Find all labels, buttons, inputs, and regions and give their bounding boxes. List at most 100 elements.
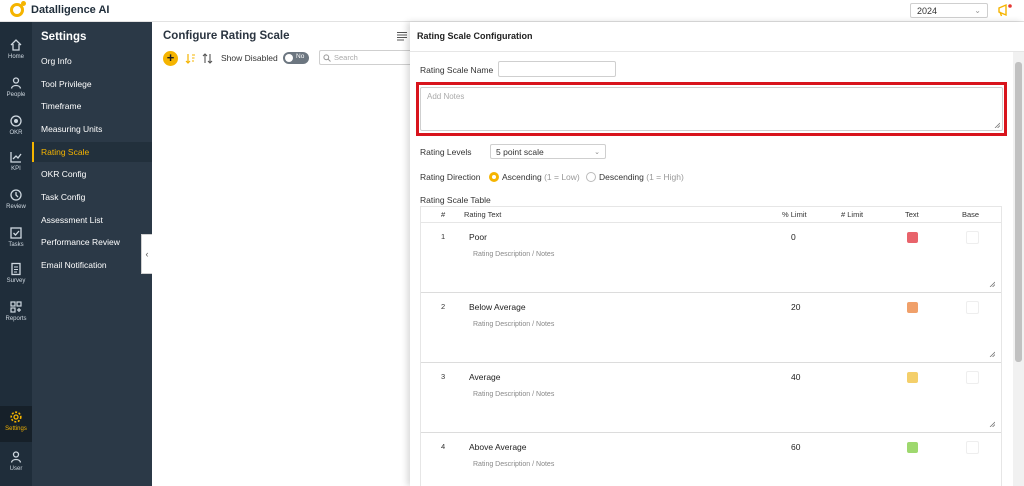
chevron-left-icon: ‹	[145, 249, 149, 259]
menu-item-org-info[interactable]: Org Info	[32, 51, 152, 71]
rating-text-input[interactable]: Average	[469, 372, 501, 382]
text-color-swatch[interactable]	[907, 302, 918, 313]
rail-item-user[interactable]: User	[0, 446, 32, 482]
brand-logo[interactable]: Datalligence AI	[10, 1, 109, 17]
resize-grip-icon[interactable]	[989, 421, 995, 427]
rail-item-settings[interactable]: Settings	[0, 406, 32, 442]
panel-header: Rating Scale Configuration	[410, 22, 1024, 52]
toggle-knob	[285, 54, 293, 62]
rating-description-textarea[interactable]: Rating Description / Notes	[465, 251, 999, 289]
rail-item-home[interactable]: Home	[0, 34, 32, 70]
rail-item-kpi[interactable]: KPI	[0, 146, 32, 182]
search-icon	[323, 54, 331, 62]
radio-ascending[interactable]	[489, 172, 499, 182]
rail-label: Reports	[5, 316, 27, 322]
radio-descending[interactable]	[586, 172, 596, 182]
row-number: 2	[441, 302, 446, 311]
resize-grip-icon[interactable]	[989, 281, 995, 287]
panel-scrollbar[interactable]	[1013, 52, 1024, 486]
icon-rail: Home People OKR KPI Review Tasks Survey …	[0, 22, 32, 486]
rail-item-survey[interactable]: Survey	[0, 258, 32, 294]
rail-label: KPI	[11, 166, 21, 172]
description-placeholder: Rating Description / Notes	[473, 391, 555, 398]
menu-item-assessment-list[interactable]: Assessment List	[32, 210, 152, 230]
reports-icon	[10, 301, 22, 313]
menu-item-measuring-units[interactable]: Measuring Units	[32, 119, 152, 139]
text-color-swatch[interactable]	[907, 232, 918, 243]
percent-limit-input[interactable]: 0	[791, 232, 796, 242]
base-checkbox[interactable]	[966, 231, 979, 244]
base-checkbox[interactable]	[966, 441, 979, 454]
rail-label: People	[6, 92, 26, 98]
menu-title: Settings	[41, 31, 87, 43]
menu-item-email-notification[interactable]: Email Notification	[32, 255, 152, 275]
resize-grip-icon[interactable]	[989, 351, 995, 357]
rail-label: Home	[7, 54, 24, 60]
rating-scale-table: # Rating Text % Limit # Limit Text Base …	[420, 206, 1002, 486]
percent-limit-input[interactable]: 40	[791, 372, 800, 382]
table-row: 2 Below Average 20 Rating Description / …	[421, 293, 1001, 363]
base-checkbox[interactable]	[966, 301, 979, 314]
rating-scale-name-label: Rating Scale Name	[420, 65, 494, 75]
search-input[interactable]: Search	[319, 50, 410, 65]
rating-text-input[interactable]: Below Average	[469, 302, 526, 312]
chevron-down-icon: ⌄	[974, 6, 981, 15]
scrollbar-thumb[interactable]	[1015, 62, 1022, 362]
menu-item-rating-scale[interactable]: Rating Scale	[32, 142, 152, 162]
rail-label: Settings	[5, 426, 27, 432]
tasks-icon	[10, 227, 22, 239]
row-number: 4	[441, 442, 446, 451]
rail-item-review[interactable]: Review	[0, 184, 32, 220]
menu-item-performance-review[interactable]: Performance Review	[32, 232, 152, 252]
table-header: # Rating Text % Limit # Limit Text Base	[421, 207, 1001, 223]
sort-direction-icon[interactable]	[202, 53, 213, 64]
rating-text-input[interactable]: Above Average	[469, 442, 527, 452]
search-placeholder: Search	[334, 53, 358, 62]
rail-label: Review	[6, 204, 26, 210]
rail-label: User	[9, 466, 23, 472]
table-row: 1 Poor 0 Rating Description / Notes	[421, 223, 1001, 293]
rating-description-textarea[interactable]: Rating Description / Notes	[465, 321, 999, 359]
rail-item-okr[interactable]: OKR	[0, 110, 32, 146]
rating-text-input[interactable]: Poor	[469, 232, 487, 242]
panel-title: Rating Scale Configuration	[417, 31, 533, 41]
col-rating-text: Rating Text	[464, 210, 502, 219]
rating-description-textarea[interactable]: Rating Description / Notes	[465, 461, 999, 486]
rail-item-people[interactable]: People	[0, 72, 32, 108]
percent-limit-input[interactable]: 20	[791, 302, 800, 312]
rail-item-reports[interactable]: Reports	[0, 296, 32, 332]
col-number-limit: # Limit	[841, 210, 864, 219]
base-checkbox[interactable]	[966, 371, 979, 384]
table-row: 4 Above Average 60 Rating Description / …	[421, 433, 1001, 486]
rating-scale-name-input[interactable]	[498, 61, 616, 77]
resize-grip-icon[interactable]	[994, 122, 1000, 128]
col-number: #	[441, 210, 446, 219]
rating-levels-select[interactable]: 5 point scale ⌄	[490, 144, 606, 159]
year-select[interactable]: 2024 ⌄	[910, 3, 988, 18]
text-color-swatch[interactable]	[907, 442, 918, 453]
notes-textarea[interactable]: Add Notes	[420, 87, 1003, 131]
col-text: Text	[905, 210, 919, 219]
menu-item-okr-config[interactable]: OKR Config	[32, 164, 152, 184]
menu-item-tool-privilege[interactable]: Tool Privilege	[32, 74, 152, 94]
target-icon	[10, 115, 22, 127]
menu-item-task-config[interactable]: Task Config	[32, 187, 152, 207]
user-icon	[10, 451, 22, 463]
percent-limit-input[interactable]: 60	[791, 442, 800, 452]
rail-label: Survey	[6, 278, 26, 284]
menu-item-timeframe[interactable]: Timeframe	[32, 96, 152, 116]
add-button[interactable]: +	[163, 51, 178, 66]
sort-ascending-icon[interactable]	[185, 53, 196, 64]
rail-item-tasks[interactable]: Tasks	[0, 222, 32, 258]
main-content: Configure Rating Scale + Show Disabled N…	[152, 22, 410, 486]
text-color-swatch[interactable]	[907, 372, 918, 383]
description-placeholder: Rating Description / Notes	[473, 461, 555, 468]
collapse-menu-button[interactable]: ‹	[141, 234, 152, 274]
rating-scale-table-title: Rating Scale Table	[420, 195, 491, 205]
table-row: 3 Average 40 Rating Description / Notes	[421, 363, 1001, 433]
megaphone-icon[interactable]	[997, 3, 1013, 18]
rating-description-textarea[interactable]: Rating Description / Notes	[465, 391, 999, 429]
show-disabled-toggle[interactable]: No	[283, 52, 309, 64]
list-icon[interactable]	[396, 30, 408, 42]
kpi-chart-icon	[10, 152, 22, 163]
